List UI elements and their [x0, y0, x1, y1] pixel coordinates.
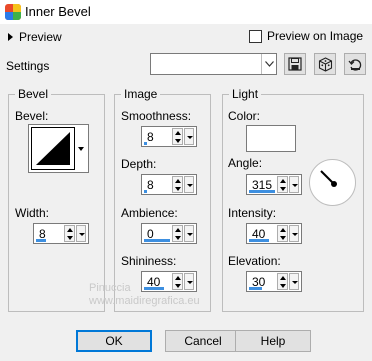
elevation-up-down[interactable]: [277, 273, 288, 290]
angle-dropdown[interactable]: [289, 176, 299, 193]
smoothness-dropdown[interactable]: [184, 128, 194, 145]
watermark-line1: Pinuccia: [89, 282, 131, 294]
smoothness-up-down[interactable]: [172, 128, 183, 145]
smoothness-value[interactable]: 8: [147, 130, 154, 144]
randomize-button[interactable]: [314, 53, 336, 75]
help-button-label: Help: [260, 334, 286, 348]
cancel-button[interactable]: Cancel: [165, 330, 241, 352]
watermark: Pinuccia www.maidiregrafica.eu: [55, 282, 200, 308]
depth-label: Depth:: [121, 157, 157, 171]
angle-spinner[interactable]: 315: [246, 174, 302, 195]
angle-dial[interactable]: [309, 159, 356, 206]
smoothness-spinner[interactable]: 8: [141, 126, 197, 147]
width-slider-fill[interactable]: [36, 239, 46, 242]
bevel-group: Bevel Bevel: Width: 8: [8, 87, 105, 312]
depth-up-down[interactable]: [172, 176, 183, 193]
light-color-swatch[interactable]: [246, 125, 296, 152]
preview-label: Preview: [19, 30, 62, 44]
ambience-dropdown[interactable]: [184, 225, 194, 242]
bevel-label: Bevel:: [15, 109, 49, 123]
help-button[interactable]: Help: [235, 330, 311, 352]
ambience-up-down[interactable]: [172, 225, 183, 242]
light-group: Light Color: Angle: 315 Intensity: 40 El…: [222, 87, 364, 312]
color-label: Color:: [228, 109, 261, 123]
elevation-label: Elevation:: [228, 254, 281, 268]
angle-label: Angle:: [228, 156, 263, 170]
app-icon: [5, 4, 21, 20]
depth-value[interactable]: 8: [147, 178, 154, 192]
elevation-spinner[interactable]: 30: [246, 271, 302, 292]
smoothness-slider-fill[interactable]: [144, 142, 147, 145]
ok-button[interactable]: OK: [76, 330, 152, 352]
settings-dropdown[interactable]: [150, 53, 277, 75]
expand-arrow-icon: [8, 33, 13, 41]
width-up-down[interactable]: [64, 225, 75, 242]
bevel-group-title: Bevel: [15, 87, 52, 101]
save-preset-button[interactable]: [284, 53, 306, 75]
depth-slider-fill[interactable]: [144, 190, 147, 193]
image-group-title: Image: [121, 87, 161, 101]
angle-up-down[interactable]: [277, 176, 288, 193]
ambience-slider-fill[interactable]: [144, 239, 170, 242]
settings-label: Settings: [6, 59, 50, 73]
intensity-label: Intensity:: [228, 206, 277, 220]
preview-on-image-label: Preview on Image: [267, 29, 364, 43]
preview-toggle[interactable]: Preview: [8, 29, 62, 45]
title-bar: Inner Bevel: [0, 0, 372, 24]
angle-dial-needle-icon: [320, 170, 337, 187]
save-icon: [288, 57, 302, 71]
bevel-shape-icon: [36, 132, 70, 165]
depth-spinner[interactable]: 8: [141, 174, 197, 195]
reset-button[interactable]: [344, 53, 366, 75]
bevel-shape-preview: [31, 127, 75, 170]
dice-icon: [318, 56, 332, 72]
image-group: Image Smoothness: 8 Depth: 8 Ambience: 0…: [114, 87, 211, 312]
elevation-dropdown[interactable]: [289, 273, 299, 290]
width-dropdown[interactable]: [76, 225, 86, 242]
cancel-button-label: Cancel: [184, 334, 222, 348]
ambience-spinner[interactable]: 0: [141, 223, 197, 244]
watermark-line2: www.maidiregrafica.eu: [89, 295, 200, 307]
bevel-dropdown-arrow[interactable]: [75, 127, 86, 170]
depth-dropdown[interactable]: [184, 176, 194, 193]
intensity-slider-fill[interactable]: [249, 239, 269, 242]
intensity-spinner[interactable]: 40: [246, 223, 302, 244]
chevron-down-icon[interactable]: [261, 54, 276, 74]
window-title: Inner Bevel: [25, 4, 91, 19]
width-spinner[interactable]: 8: [33, 223, 89, 244]
preview-on-image-checkbox[interactable]: [249, 29, 262, 43]
bevel-shape-picker[interactable]: [28, 124, 89, 173]
preview-on-image-option[interactable]: Preview on Image: [249, 29, 363, 43]
width-label: Width:: [15, 206, 50, 220]
shininess-label: Shininess:: [121, 254, 177, 268]
elevation-slider-fill[interactable]: [249, 287, 262, 290]
chevron-down-icon: [77, 146, 84, 151]
ok-button-label: OK: [105, 334, 123, 348]
ambience-label: Ambience:: [121, 206, 178, 220]
angle-slider-fill[interactable]: [249, 190, 275, 193]
intensity-up-down[interactable]: [277, 225, 288, 242]
light-group-title: Light: [229, 87, 262, 101]
smoothness-label: Smoothness:: [121, 109, 192, 123]
reset-icon: [348, 58, 361, 71]
intensity-dropdown[interactable]: [289, 225, 299, 242]
